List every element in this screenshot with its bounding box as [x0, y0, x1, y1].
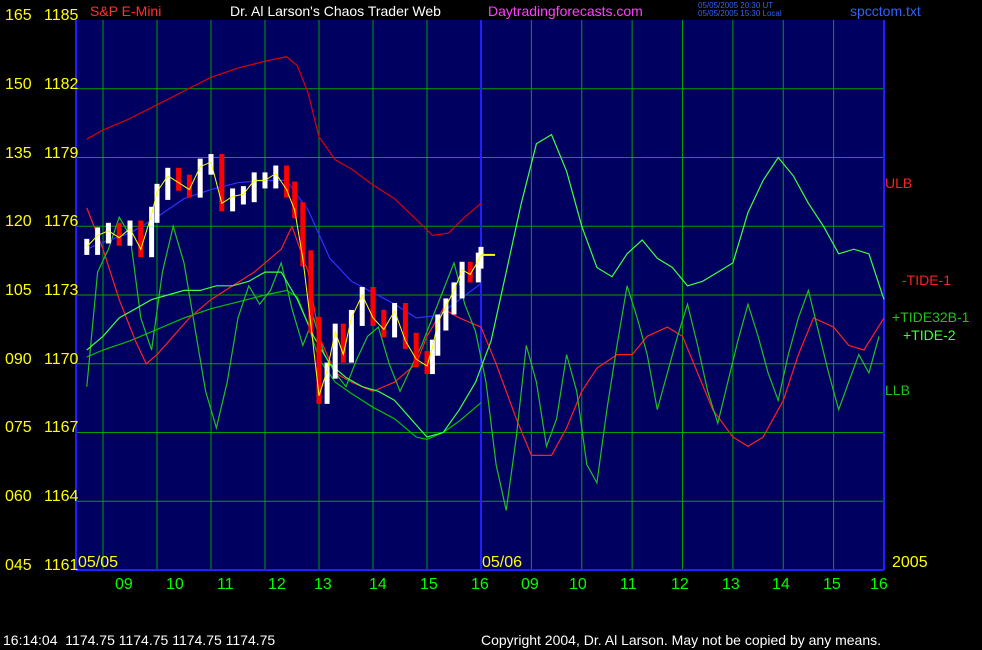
osc-tick-label: 060: [5, 488, 32, 505]
price-tick-label: 1164: [44, 488, 79, 505]
osc-tick-label: 150: [5, 76, 32, 93]
chart-canvas: 165 150 135 120 105 090 075 060 045 1185…: [5, 1, 970, 593]
footer-quote: 16:14:04 1174.75 1174.75 1174.75 1174.75: [3, 632, 275, 648]
time-local: 05/05/2005 15:30 Local: [698, 9, 782, 18]
price-tick-label: 1167: [44, 419, 79, 436]
price-tick-label: 1176: [44, 213, 79, 230]
price-bar: [240, 186, 246, 205]
price-bar: [381, 309, 387, 338]
price-tick-label: 1185: [44, 7, 79, 24]
price-bar: [429, 339, 435, 375]
x-tick-label: 13: [314, 576, 332, 593]
date-label-0505: 05/05: [78, 554, 118, 571]
x-tick-label: 14: [369, 576, 387, 593]
x-tick-label: 12: [671, 576, 689, 593]
price-bar: [165, 167, 171, 200]
price-bar: [392, 303, 398, 338]
price-bar: [105, 222, 111, 244]
price-bar: [197, 158, 203, 198]
date-label-0506: 05/06: [482, 554, 522, 571]
price-bar: [402, 303, 408, 349]
legend-tide32b: +TIDE32B-1: [892, 309, 970, 325]
legend-llb: LLB: [885, 382, 910, 398]
price-tick-label: 1179: [44, 145, 79, 162]
price-tick-label: 1182: [44, 76, 79, 93]
price-tick-label: 1161: [44, 557, 79, 574]
price-bar: [127, 220, 133, 246]
price-bar: [251, 172, 257, 203]
price-bar: [435, 314, 441, 356]
x-tick-label: 16: [471, 576, 489, 593]
symbol-label: S&P E-Mini: [90, 3, 161, 19]
price-bar: [95, 227, 101, 255]
x-tick-label: 11: [217, 576, 234, 593]
osc-tick-label: 165: [5, 7, 32, 24]
legend-tide-2: +TIDE-2: [903, 327, 956, 343]
price-bar: [116, 222, 122, 246]
price-bar: [230, 188, 236, 212]
price-bar: [138, 220, 144, 258]
x-tick-label: 10: [569, 576, 587, 593]
x-tick-label: 12: [268, 576, 286, 593]
footer-clock: 16:14:04: [3, 632, 58, 648]
x-tick-label: 15: [420, 576, 438, 593]
price-bar: [208, 154, 214, 175]
osc-tick-label: 135: [5, 145, 32, 162]
x-tick-label: 15: [823, 576, 841, 593]
x-tick-label: 13: [722, 576, 740, 593]
footer-ohlc: 1174.75 1174.75 1174.75 1174.75: [65, 632, 276, 648]
year-label: 2005: [892, 554, 928, 571]
legend-tide-1: -TIDE-1: [902, 272, 951, 288]
price-tick-label: 1173: [44, 282, 79, 299]
x-tick-label: 11: [620, 576, 637, 593]
x-tick-label: 10: [166, 576, 184, 593]
osc-tick-label: 120: [5, 213, 32, 230]
footer-copyright: Copyright 2004, Dr. Al Larson. May not b…: [481, 632, 882, 648]
price-bar: [413, 332, 419, 368]
price-bar: [340, 323, 346, 363]
site-link[interactable]: Daytradingforecasts.com: [488, 3, 643, 19]
osc-tick-label: 105: [5, 282, 32, 299]
x-tick-label: 14: [772, 576, 790, 593]
price-bar: [459, 261, 465, 299]
price-bar: [176, 167, 182, 191]
price-tick-label: 1170: [44, 351, 79, 368]
x-tick-label: 09: [115, 576, 133, 593]
x-tick-label: 16: [870, 576, 888, 593]
file-label: spcctom.txt: [850, 3, 921, 19]
x-tick-label: 09: [521, 576, 539, 593]
chart-title: Dr. Al Larson's Chaos Trader Web: [230, 3, 441, 19]
price-bar: [359, 286, 365, 326]
price-bar: [308, 250, 314, 333]
osc-tick-label: 075: [5, 419, 32, 436]
osc-tick-label: 090: [5, 351, 32, 368]
osc-tick-label: 045: [5, 557, 32, 574]
price-bar: [424, 351, 430, 375]
legend-ulb: ULB: [885, 175, 912, 191]
